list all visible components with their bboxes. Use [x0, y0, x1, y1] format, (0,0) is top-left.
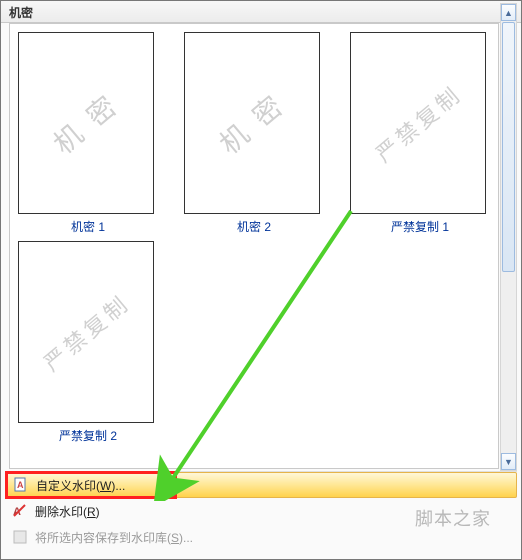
gallery: 机 密 机密 1 机 密 机密 2 严禁复制 严禁复制 1 [9, 23, 499, 469]
menu-label: 删除水印(R) [35, 503, 100, 520]
gallery-container: 机 密 机密 1 机 密 机密 2 严禁复制 严禁复制 1 [9, 23, 499, 469]
scroll-down-button[interactable]: ▼ [501, 453, 516, 470]
menu-label: 将所选内容保存到水印库(S)... [35, 529, 193, 546]
svg-text:A: A [17, 480, 24, 490]
thumb-row: 机 密 机密 1 机 密 机密 2 严禁复制 严禁复制 1 [18, 32, 490, 235]
watermark-text: 机 密 [44, 84, 127, 163]
thumb-preview: 机 密 [184, 32, 320, 214]
watermark-gallery-dropdown: 机密 机 密 机密 1 机 密 机密 2 严禁复 [0, 0, 522, 560]
thumb-row: 严禁复制 严禁复制 2 [18, 241, 490, 444]
watermark-text: 严禁复制 [36, 286, 136, 377]
watermark-option-confidential-2[interactable]: 机 密 机密 2 [184, 32, 324, 235]
thumb-label: 机密 1 [18, 218, 158, 235]
watermark-text: 严禁复制 [368, 77, 468, 168]
chevron-up-icon: ▲ [504, 8, 513, 18]
watermark-option-donotcopy-1[interactable]: 严禁复制 严禁复制 1 [350, 32, 490, 235]
scroll-up-button[interactable]: ▲ [501, 4, 516, 21]
watermark-option-confidential-1[interactable]: 机 密 机密 1 [18, 32, 158, 235]
thumb-label: 严禁复制 2 [18, 427, 158, 444]
watermark-credit-text: 脚本之家 [415, 505, 491, 531]
thumb-label: 严禁复制 1 [350, 218, 490, 235]
thumb-preview: 机 密 [18, 32, 154, 214]
watermark-text: 机 密 [210, 84, 293, 163]
scroll-thumb[interactable] [502, 22, 515, 272]
custom-watermark-menu-item[interactable]: A 自定义水印(W)... [5, 472, 517, 498]
save-icon [11, 528, 29, 546]
thumb-preview: 严禁复制 [18, 241, 154, 423]
section-title: 机密 [9, 6, 33, 20]
remove-watermark-icon: A [11, 502, 29, 520]
watermark-option-donotcopy-2[interactable]: 严禁复制 严禁复制 2 [18, 241, 158, 444]
section-header-confidential: 机密 [1, 1, 521, 23]
chevron-down-icon: ▼ [504, 457, 513, 467]
custom-watermark-icon: A [12, 476, 30, 494]
menu-label: 自定义水印(W)... [36, 477, 125, 494]
thumb-preview: 严禁复制 [350, 32, 486, 214]
thumb-label: 机密 2 [184, 218, 324, 235]
vertical-scrollbar[interactable]: ▲ ▼ [500, 3, 517, 471]
